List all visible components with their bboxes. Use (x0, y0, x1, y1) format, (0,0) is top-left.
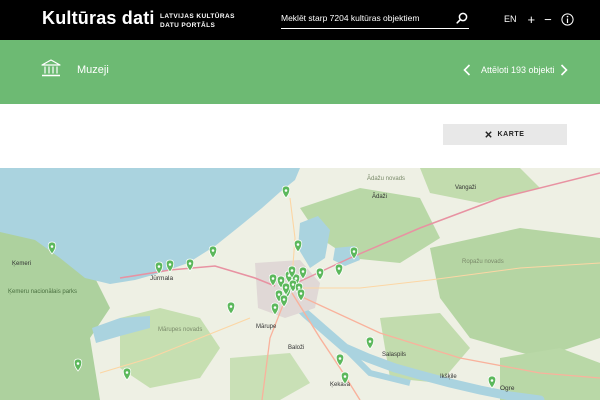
marker-dot (296, 243, 300, 246)
marker-dot (188, 262, 192, 265)
marker-dot (157, 265, 161, 268)
zoom-in-button[interactable]: + (528, 13, 536, 26)
marker-dot (284, 286, 288, 289)
site-logo[interactable]: Kultūras dati (42, 8, 155, 29)
map-view[interactable]: Ādažu novads Ādaži Vangaži Jūrmala Ķemer… (0, 168, 600, 400)
object-count: Attēloti 193 objekti (481, 65, 555, 75)
marker-dot (318, 271, 322, 274)
marker-dot (279, 279, 283, 282)
marker-dot (299, 292, 303, 295)
search-box (281, 10, 469, 29)
marker-dot (337, 267, 341, 270)
map-label-salaspils: Salaspils (382, 352, 406, 358)
marker-dot (352, 250, 356, 253)
museum-icon (41, 59, 61, 77)
marker-dot (294, 277, 298, 280)
marker-dot (290, 269, 294, 272)
map-toggle-button[interactable]: KARTE (443, 124, 567, 145)
map-label-kekava: Ķekava (330, 382, 351, 388)
marker-dot (50, 245, 54, 248)
marker-dot (76, 362, 80, 365)
map-canvas[interactable]: Ādažu novads Ādaži Vangaži Jūrmala Ķemer… (0, 168, 600, 400)
marker-dot (490, 379, 494, 382)
map-label-ikskile: Ikšķile (440, 374, 457, 380)
map-label-marupes-novads: Mārupes novads (158, 327, 202, 333)
top-bar: Kultūras dati LATVIJAS KULTŪRAS DATU POR… (0, 0, 600, 40)
map-toggle-label: KARTE (497, 131, 525, 138)
info-icon[interactable] (561, 12, 574, 26)
marker-dot (273, 306, 277, 309)
map-label-ogre: Ogre (500, 385, 515, 392)
category-title: Muzeji (77, 64, 109, 76)
marker-dot (284, 189, 288, 192)
marker-dot (338, 357, 342, 360)
close-icon (485, 131, 493, 138)
language-switch[interactable]: EN (504, 14, 517, 24)
marker-dot (301, 270, 305, 273)
chevron-left-icon[interactable] (463, 64, 471, 76)
marker-dot (297, 286, 301, 289)
map-label-kemeru-park: Ķemeru nacionālais parks (8, 289, 77, 295)
search-icon[interactable] (456, 12, 468, 24)
map-label-vangazi: Vangaži (455, 185, 476, 191)
map-label-adazu-novads: Ādažu novads (367, 175, 405, 182)
map-label-kemeri: Ķemeri (12, 261, 31, 267)
marker-dot (282, 298, 286, 301)
map-label-ropazu-novads: Ropažu novads (462, 259, 504, 265)
marker-dot (125, 371, 129, 374)
marker-dot (211, 249, 215, 252)
map-label-marupe: Mārupe (256, 324, 277, 330)
zoom-out-button[interactable]: − (544, 13, 552, 26)
marker-dot (168, 263, 172, 266)
site-tagline: LATVIJAS KULTŪRAS DATU PORTĀLS (160, 13, 235, 29)
map-label-adazi: Ādaži (372, 193, 387, 200)
map-label-balozi: Baloži (288, 345, 304, 351)
marker-dot (343, 375, 347, 378)
marker-dot (291, 283, 295, 286)
chevron-right-icon[interactable] (560, 64, 568, 76)
marker-dot (271, 277, 275, 280)
marker-dot (229, 305, 233, 308)
top-actions: EN + − (504, 11, 574, 27)
map-label-jurmala: Jūrmala (150, 275, 174, 282)
marker-dot (368, 340, 372, 343)
marker-dot (277, 293, 281, 296)
search-input[interactable] (281, 10, 451, 26)
